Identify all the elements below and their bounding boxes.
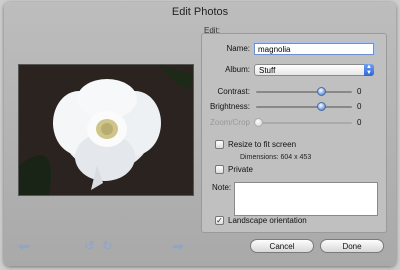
zoom-crop-value: 0: [357, 118, 362, 127]
dimensions-text: Dimensions: 604 x 453: [240, 154, 312, 161]
name-label: Name:: [226, 44, 250, 53]
landscape-checkbox[interactable]: ✓: [215, 216, 224, 225]
resize-label: Resize to fit screen: [228, 140, 297, 149]
resize-checkbox[interactable]: [215, 140, 224, 149]
right-arrow-icon[interactable]: ➡: [172, 239, 184, 253]
brightness-value: 0: [357, 102, 362, 111]
zoom-crop-slider-knob: [254, 118, 263, 127]
rotate-left-icon[interactable]: ↺: [84, 239, 95, 253]
private-checkbox[interactable]: [215, 165, 224, 174]
landscape-label: Landscape orientation: [228, 216, 307, 225]
cancel-button[interactable]: Cancel: [250, 239, 314, 253]
contrast-label: Contrast:: [217, 87, 250, 96]
contrast-track: [256, 91, 352, 93]
left-arrow-icon[interactable]: ⬅: [18, 239, 30, 253]
contrast-value: 0: [357, 87, 362, 96]
brightness-label: Brightness:: [209, 102, 250, 111]
album-label: Album:: [225, 65, 250, 74]
note-label: Note:: [212, 183, 232, 192]
zoom-crop-label: Zoom/Crop: [209, 118, 250, 127]
note-field[interactable]: [234, 182, 378, 216]
rotate-right-icon[interactable]: ↻: [102, 239, 113, 253]
album-value: Stuff: [259, 66, 276, 75]
name-field[interactable]: magnolia: [254, 43, 374, 55]
brightness-track: [256, 106, 352, 108]
photo-preview: [18, 64, 194, 196]
zoom-crop-track: [256, 122, 352, 124]
brightness-slider-knob[interactable]: [316, 102, 326, 111]
private-label: Private: [228, 165, 253, 174]
contrast-slider-knob[interactable]: [316, 87, 326, 96]
edit-photos-window: Edit Photos Edit: Name: magnolia Album: …: [4, 2, 396, 266]
select-arrows-icon: ▲ ▼: [364, 64, 374, 76]
magnolia-image: [19, 65, 193, 195]
window-title: Edit Photos: [171, 6, 229, 18]
album-select[interactable]: Stuff ▲ ▼: [254, 64, 374, 76]
done-button[interactable]: Done: [320, 239, 384, 253]
